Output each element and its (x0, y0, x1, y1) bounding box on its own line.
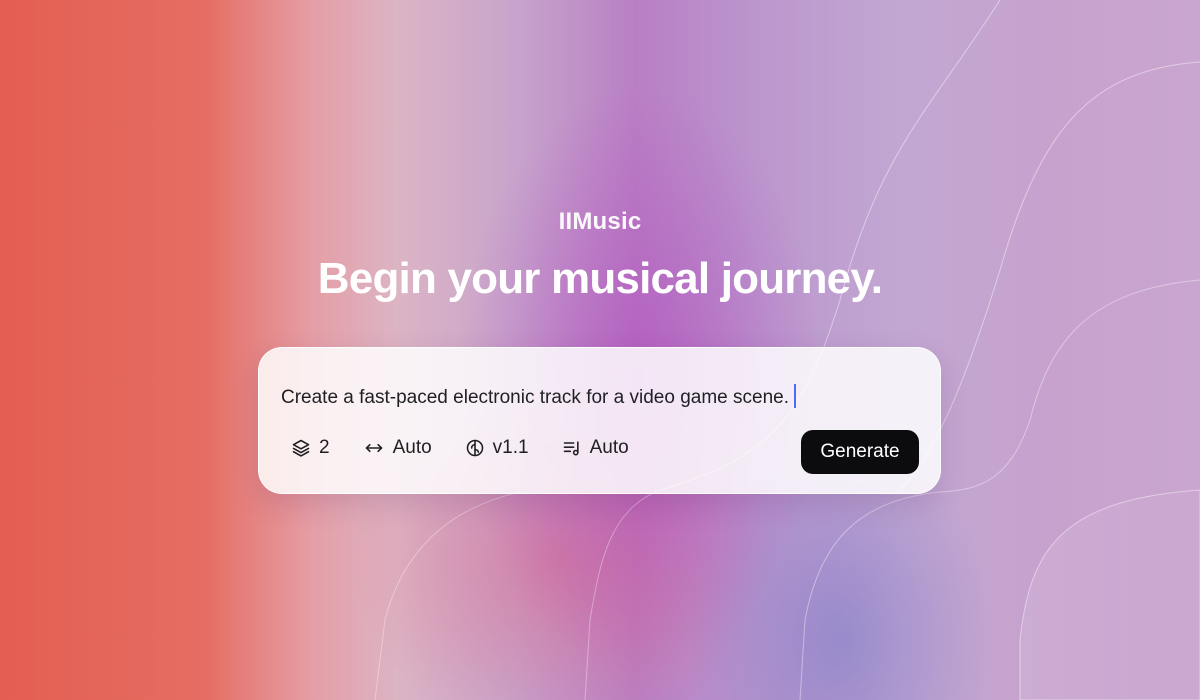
hero-section: IIMusic Begin your musical journey. (0, 208, 1200, 304)
text-caret (793, 384, 796, 408)
option-model-value: v1.1 (492, 437, 529, 458)
option-duration-value: Auto (392, 437, 432, 458)
prompt-card: Create a fast-paced electronic track for… (258, 347, 941, 494)
option-duration[interactable]: Auto (363, 437, 432, 459)
generate-button[interactable]: Generate (801, 430, 919, 474)
layers-icon (292, 439, 310, 457)
background-wave (939, 279, 1200, 493)
prompt-input-text: Create a fast-paced electronic track for… (281, 387, 789, 408)
option-variations-value: 2 (319, 437, 330, 458)
background-wave (584, 489, 661, 700)
generation-options: 2 Auto v1.1 Auto (291, 437, 662, 459)
prompt-input[interactable]: Create a fast-paced electronic track for… (281, 384, 796, 409)
page-headline: Begin your musical journey. (317, 254, 883, 303)
background-wave (374, 491, 521, 700)
background-wave (1019, 489, 1200, 700)
music-list-icon (563, 441, 579, 456)
option-variations[interactable]: 2 (291, 437, 330, 459)
brain-icon (466, 439, 483, 457)
option-genre[interactable]: Auto (562, 437, 629, 459)
background-wave (799, 491, 941, 700)
brand-name: IIMusic (558, 208, 642, 235)
arrows-horizontal-icon (365, 443, 382, 453)
option-genre-value: Auto (589, 437, 629, 458)
option-model[interactable]: v1.1 (465, 437, 529, 459)
